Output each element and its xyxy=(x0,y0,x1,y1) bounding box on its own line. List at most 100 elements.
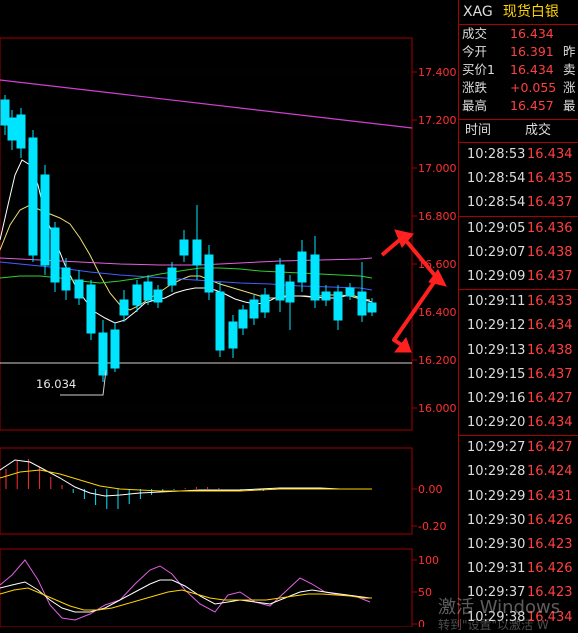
kline-chart-area[interactable]: 17.400 17.200 17.000 16.800 16.600 16.400 16.2… xyxy=(0,0,456,627)
tick-row: 10:29:13 16.438 xyxy=(459,339,578,363)
tick-row: 10:28:53 16.434 xyxy=(459,143,578,167)
candle-body xyxy=(367,302,377,313)
quote-side-panel: XAG 现货白银 成交 16.434 今开 16.391 昨 买价1 16.43… xyxy=(458,0,578,627)
tick-price: 16.431 xyxy=(527,488,573,504)
macd-axis-label: -0.20 xyxy=(418,520,446,533)
ticks-header-price: 成交 xyxy=(525,123,552,138)
quote-label-truncated: 卖 xyxy=(563,62,576,77)
tick-price: 16.426 xyxy=(527,512,573,528)
quote-value: 16.457 xyxy=(510,98,554,113)
quote-row-change: 涨跌 +0.055 涨 xyxy=(459,79,578,97)
quote-value: 16.434 xyxy=(510,26,554,41)
tick-price: 16.438 xyxy=(527,244,573,260)
instrument-header: XAG 现货白银 xyxy=(459,0,578,25)
tick-time: 10:29:31 xyxy=(467,561,526,577)
candle-body xyxy=(16,114,26,149)
quote-label-truncated: 最 xyxy=(563,98,576,113)
kdj-j-line xyxy=(0,587,372,611)
windows-watermark-sub: 转到"设置"以激活 W xyxy=(438,618,549,632)
low-marker-label: 16.034 xyxy=(36,377,76,391)
candle-body xyxy=(167,267,177,286)
quote-row-bid: 买价1 16.434 卖 xyxy=(459,61,578,79)
tick-time: 10:29:15 xyxy=(467,366,526,382)
quote-label-truncated: 涨 xyxy=(563,80,576,95)
kdj-axis-label: 50 xyxy=(418,586,432,599)
quote-value: 16.391 xyxy=(510,44,554,59)
tick-time: 10:29:05 xyxy=(467,220,526,236)
tick-row: 10:29:05 16.436 xyxy=(459,215,578,241)
candle-body xyxy=(215,291,225,351)
quote-value: 16.434 xyxy=(510,62,554,77)
kline-chart[interactable]: 17.40017.20017.00016.80016.60016.40016.2… xyxy=(0,0,456,627)
macd-panel: 0.00 -0.20 xyxy=(5,459,446,533)
price-axis-label: 16.000 xyxy=(418,402,456,415)
kdj-panel-frame xyxy=(0,548,413,627)
tick-time: 10:28:53 xyxy=(467,147,526,162)
candle-body xyxy=(357,291,367,316)
candle-body xyxy=(285,281,295,303)
price-panel-frame xyxy=(0,37,413,431)
quote-label: 成交 xyxy=(462,26,488,41)
candle-body xyxy=(204,254,214,293)
candle-body xyxy=(153,289,163,303)
candle-body xyxy=(249,299,259,319)
tick-row: 10:29:15 16.437 xyxy=(459,363,578,387)
tick-row: 10:29:07 16.438 xyxy=(459,241,578,265)
tick-price: 16.437 xyxy=(527,268,573,284)
tick-time: 10:29:30 xyxy=(467,537,526,552)
quote-row-last: 成交 16.434 xyxy=(459,25,578,43)
quote-list: 成交 16.434 今开 16.391 昨 买价1 16.434 卖 涨跌 +0… xyxy=(459,25,578,115)
candle-body xyxy=(132,284,142,306)
tick-price: 16.427 xyxy=(527,440,573,456)
candle-body xyxy=(179,239,189,256)
quote-value: +0.055 xyxy=(510,80,557,95)
tick-price: 16.437 xyxy=(527,366,573,382)
tick-list[interactable]: 10:28:53 16.434 10:28:54 16.435 10:28:54 16.4… xyxy=(459,143,578,630)
tick-time: 10:29:09 xyxy=(467,268,526,284)
tick-row: 10:29:16 16.427 xyxy=(459,387,578,411)
price-axis-label: 16.800 xyxy=(418,210,456,223)
candle-body xyxy=(74,279,84,299)
candle-body xyxy=(50,227,60,283)
candle-body xyxy=(61,267,71,291)
tick-time: 10:29:13 xyxy=(467,342,526,358)
instrument-name: 现货白银 xyxy=(502,4,559,20)
tick-row: 10:29:30 16.426 xyxy=(459,509,578,533)
quote-label: 最高 xyxy=(462,98,488,113)
candle-body xyxy=(98,332,108,376)
ticks-header: 时间 成交 xyxy=(459,119,578,143)
kdj-axis-label: 0 xyxy=(418,618,425,627)
price-axis-label: 17.400 xyxy=(418,66,456,79)
candle-body xyxy=(260,294,270,313)
quote-row-high: 最高 16.457 最 xyxy=(459,97,578,115)
candle-body xyxy=(119,299,129,316)
candle-body xyxy=(297,251,307,283)
tick-row: 10:28:54 16.437 xyxy=(459,191,578,215)
candle-body xyxy=(192,239,202,266)
candle-body xyxy=(310,254,320,301)
tick-price: 16.423 xyxy=(527,537,573,552)
quote-label-truncated: 昨 xyxy=(563,44,576,59)
candlesticks xyxy=(0,95,377,382)
kdj-panel: 100 50 0 xyxy=(412,554,439,627)
tick-price: 16.434 xyxy=(527,318,573,334)
tick-row: 10:29:28 16.424 xyxy=(459,460,578,484)
tick-row: 10:29:11 16.433 xyxy=(459,289,578,314)
price-axis-label: 16.200 xyxy=(418,354,456,367)
quote-label: 涨跌 xyxy=(462,80,488,95)
candle-body xyxy=(143,281,153,301)
ticks-header-time: 时间 xyxy=(465,123,492,138)
instrument-code: XAG xyxy=(463,4,493,20)
tick-time: 10:29:12 xyxy=(467,318,526,334)
candle-body xyxy=(333,291,343,321)
kdj-d-line xyxy=(0,579,371,613)
tick-row: 10:28:54 16.435 xyxy=(459,167,578,191)
tick-price: 16.436 xyxy=(527,220,573,236)
tick-time: 10:29:29 xyxy=(467,488,526,504)
tick-price: 16.437 xyxy=(527,195,573,211)
tick-price: 16.434 xyxy=(527,147,573,162)
tick-row: 10:29:31 16.426 xyxy=(459,557,578,581)
tick-price: 16.434 xyxy=(527,415,573,431)
candle-body xyxy=(40,174,50,266)
tick-time: 10:29:16 xyxy=(467,390,526,406)
